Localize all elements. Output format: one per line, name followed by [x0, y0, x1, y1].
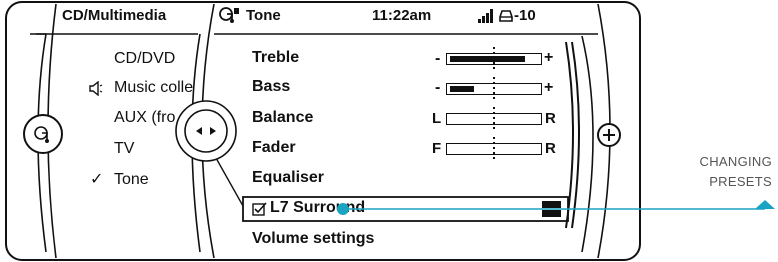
callout-caption-line2: PRESETS [709, 174, 772, 189]
callout-caption-line1: CHANGING [699, 154, 772, 169]
callout-line [337, 200, 775, 215]
idrive-screen: CD/Multimedia CD/DVD Music colle AUX (fr… [0, 0, 778, 262]
